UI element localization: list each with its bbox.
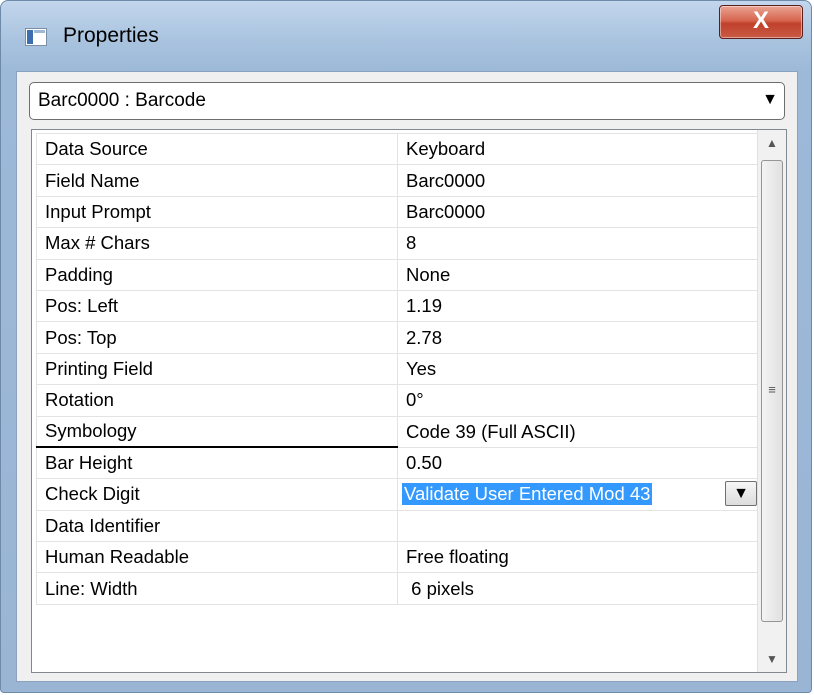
property-row-data-identifier[interactable]: Data Identifier xyxy=(36,509,767,543)
close-icon: X xyxy=(752,7,769,34)
selected-value-text[interactable]: Validate User Entered Mod 43 xyxy=(402,483,653,506)
scrollbar-thumb[interactable]: ≡ xyxy=(761,160,783,622)
property-row-check-digit[interactable]: Check Digit Validate User Entered Mod 43… xyxy=(36,478,767,511)
chevron-down-icon[interactable]: ▼ xyxy=(725,480,757,506)
property-row-max-chars[interactable]: Max # Chars 8 xyxy=(36,227,767,260)
scroll-down-arrow-icon[interactable]: ▼ xyxy=(758,646,786,672)
property-row-line-width[interactable]: Line: Width 6 pixels xyxy=(36,572,767,605)
properties-window-icon xyxy=(25,28,47,46)
property-name: Symbology xyxy=(36,415,398,449)
property-row-rotation[interactable]: Rotation 0° xyxy=(36,384,767,417)
properties-window: Properties X Barc0000 : Barcode ▼ Data S… xyxy=(0,0,812,693)
property-value[interactable]: 6 pixels xyxy=(397,572,767,605)
property-row-bar-height[interactable]: Bar Height 0.50 xyxy=(36,446,767,480)
property-grid: Data Source Keyboard Field Name Barc0000… xyxy=(31,129,787,673)
vertical-scrollbar[interactable]: ▲ ≡ ▼ xyxy=(757,130,786,672)
property-value[interactable]: Keyboard xyxy=(397,132,767,166)
property-name: Data Identifier xyxy=(36,509,398,543)
scroll-up-arrow-icon[interactable]: ▲ xyxy=(758,130,786,156)
property-name: Input Prompt xyxy=(36,195,398,229)
property-name: Max # Chars xyxy=(36,227,398,260)
property-name: Rotation xyxy=(36,384,398,417)
scroll-grip-icon: ≡ xyxy=(768,382,776,397)
title-bar[interactable]: Properties X xyxy=(1,1,811,71)
property-row-pos-left[interactable]: Pos: Left 1.19 xyxy=(36,289,767,323)
property-value[interactable]: Free floating xyxy=(397,541,767,574)
property-name: Check Digit xyxy=(36,478,398,511)
properties-panel: Barc0000 : Barcode ▼ Data Source Keyboar… xyxy=(16,71,798,682)
property-name: Line: Width xyxy=(36,572,398,605)
property-row-pos-top[interactable]: Pos: Top 2.78 xyxy=(36,321,767,354)
property-name: Bar Height xyxy=(36,446,398,480)
property-value[interactable]: Barc0000 xyxy=(397,164,767,197)
close-button[interactable]: X xyxy=(719,5,803,39)
property-value[interactable]: 1.19 xyxy=(397,289,767,323)
property-row-human-readable[interactable]: Human Readable Free floating xyxy=(36,541,767,574)
property-name: Human Readable xyxy=(36,541,398,574)
property-row-field-name[interactable]: Field Name Barc0000 xyxy=(36,164,767,197)
object-selector-dropdown[interactable]: Barc0000 : Barcode ▼ xyxy=(29,82,785,120)
property-value[interactable] xyxy=(397,509,767,543)
property-name: Padding xyxy=(36,258,398,291)
property-name: Field Name xyxy=(36,164,398,197)
property-value[interactable]: 0.50 xyxy=(397,446,767,480)
property-row-printing-field[interactable]: Printing Field Yes xyxy=(36,352,767,386)
window-title: Properties xyxy=(63,24,159,47)
property-name: Pos: Left xyxy=(36,289,398,323)
property-value-editor[interactable]: Validate User Entered Mod 43 ▼ xyxy=(397,478,767,511)
property-name: Pos: Top xyxy=(36,321,398,354)
chevron-down-icon[interactable]: ▼ xyxy=(762,91,778,109)
property-value[interactable]: Barc0000 xyxy=(397,195,767,229)
property-row-input-prompt[interactable]: Input Prompt Barc0000 xyxy=(36,195,767,229)
property-row-padding[interactable]: Padding None xyxy=(36,258,767,291)
check-digit-dropdown[interactable]: Validate User Entered Mod 43 ▼ xyxy=(402,480,762,509)
object-selector-value: Barc0000 : Barcode xyxy=(38,90,206,111)
property-row-symbology[interactable]: Symbology Code 39 (Full ASCII) xyxy=(36,415,767,449)
property-value[interactable]: 8 xyxy=(397,227,767,260)
property-name: Printing Field xyxy=(36,352,398,386)
property-value[interactable]: 2.78 xyxy=(397,321,767,354)
property-value[interactable]: Code 39 (Full ASCII) xyxy=(397,415,767,448)
property-value[interactable]: None xyxy=(397,258,767,291)
property-name: Data Source xyxy=(36,132,398,166)
property-row-data-source[interactable]: Data Source Keyboard xyxy=(36,132,767,166)
property-value[interactable]: Yes xyxy=(397,352,767,386)
property-value[interactable]: 0° xyxy=(397,384,767,417)
property-table: Data Source Keyboard Field Name Barc0000… xyxy=(36,132,767,605)
